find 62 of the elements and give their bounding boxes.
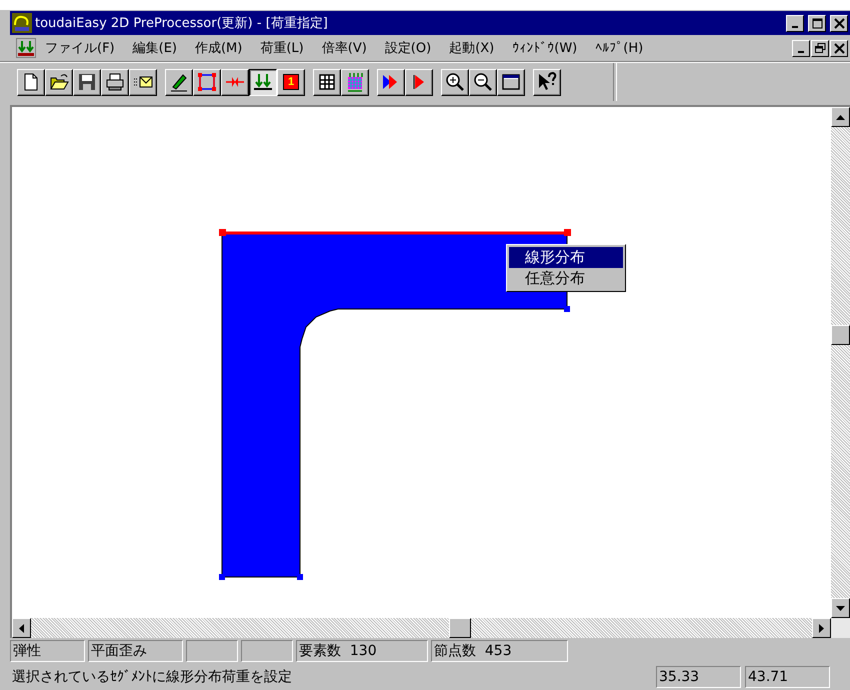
- mesh-icon: [345, 72, 365, 92]
- scroll-thumb[interactable]: [831, 325, 850, 345]
- close-button[interactable]: [830, 40, 848, 56]
- node-marker: [564, 306, 570, 312]
- menu-item[interactable]: 起動(X): [440, 39, 504, 57]
- coordinate-readout: 35.33: [656, 666, 741, 688]
- status-panel: [241, 640, 293, 662]
- printer-icon: [105, 72, 125, 92]
- restore-icon: [814, 42, 826, 54]
- scroll-right-button[interactable]: [812, 618, 831, 638]
- scroll-down-button[interactable]: [831, 598, 850, 618]
- menu-item[interactable]: 編集(E): [124, 39, 186, 57]
- status-panel: [186, 640, 238, 662]
- up-arrow-icon: [836, 114, 845, 120]
- grid-icon: [317, 72, 337, 92]
- close-icon: [834, 18, 844, 28]
- window-title: toudaiEasy 2D PreProcessor(更新) - [荷重指定]: [35, 15, 329, 32]
- scroll-thumb[interactable]: [449, 618, 471, 638]
- menu-item[interactable]: ファイル(F): [36, 39, 124, 57]
- load-arrows-icon: [253, 72, 273, 92]
- minimize-button[interactable]: [786, 14, 804, 32]
- status-text: 節点数 453: [431, 640, 568, 662]
- menu-item[interactable]: ｳｨﾝﾄﾞｳ(W): [503, 40, 586, 56]
- menu-item[interactable]: ﾍﾙﾌﾟ(H): [586, 40, 652, 56]
- close-icon: [834, 42, 844, 54]
- node-marker: [297, 574, 303, 580]
- menu-item[interactable]: 作成(M): [186, 39, 252, 57]
- minimize-icon: [792, 26, 798, 28]
- minimize-button[interactable]: [792, 40, 810, 56]
- status-text: 要素数 130: [296, 640, 428, 662]
- left-arrow-icon: [19, 624, 24, 632]
- scroll-up-button[interactable]: [831, 107, 850, 127]
- menu-option[interactable]: 任意分布: [509, 268, 623, 289]
- menu-option[interactable]: 線形分布: [509, 247, 623, 268]
- rectangle-icon: [197, 72, 217, 92]
- zoom-in-icon: [445, 72, 465, 92]
- close-button[interactable]: [830, 14, 848, 32]
- minimize-icon: [798, 50, 804, 52]
- down-arrow-icon: [836, 606, 845, 610]
- right-arrow-icon: [819, 624, 824, 632]
- folder-icon: [49, 72, 69, 92]
- app-icon: [12, 13, 32, 33]
- zoom-out-icon: [473, 72, 493, 92]
- maximize-button[interactable]: [808, 14, 826, 32]
- window-icon: [501, 72, 521, 92]
- menu-item[interactable]: 荷重(L): [251, 39, 313, 57]
- restore-button[interactable]: [811, 40, 829, 56]
- scroll-left-button[interactable]: [12, 618, 31, 638]
- node-marker: [219, 574, 225, 580]
- maximize-icon: [812, 18, 822, 28]
- menu-item[interactable]: 倍率(V): [312, 39, 376, 57]
- status-message: 選択されているｾｸﾞﾒﾝﾄに線形分布荷重を設定: [12, 668, 293, 686]
- status-text: 平面歪み: [88, 640, 183, 662]
- status-text: 弾性: [10, 640, 85, 662]
- load-icon: [16, 38, 36, 58]
- help-cursor-icon: [537, 72, 557, 92]
- pencil-icon: [169, 72, 189, 92]
- number-icon: 1: [282, 74, 300, 90]
- coordinate-readout: 43.71: [745, 666, 830, 688]
- toolbar-button[interactable]: [249, 68, 277, 96]
- menu-item[interactable]: 設定(O): [376, 39, 440, 57]
- toolbar-button[interactable]: 1: [277, 68, 305, 96]
